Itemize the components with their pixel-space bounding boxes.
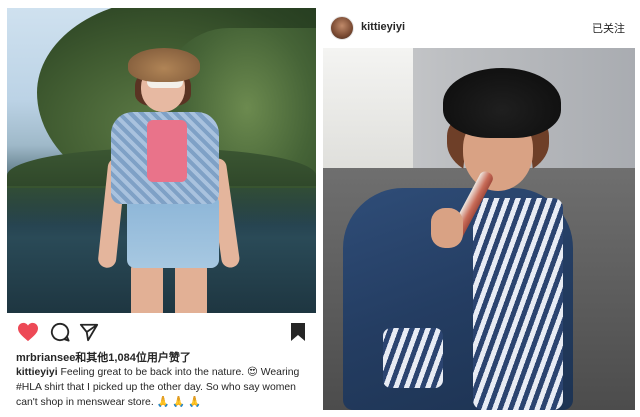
photo-person-striped-shirt <box>473 198 563 410</box>
bookmark-icon[interactable] <box>290 322 306 342</box>
photo-person-shorts <box>127 198 219 268</box>
post-photo-lake[interactable] <box>7 8 316 313</box>
post-photo-portrait[interactable] <box>323 48 635 410</box>
photo-person-leg <box>131 263 163 313</box>
post-header: kittieyiyi 已关注 <box>323 8 635 48</box>
heart-icon[interactable] <box>17 322 39 342</box>
post-caption: kittieyiyi Feeling great to be back into… <box>16 365 314 410</box>
photo-person-leg <box>175 263 207 313</box>
photo-person-hat <box>128 48 200 82</box>
post-action-bar <box>14 320 314 342</box>
photo-person-hand <box>431 208 463 248</box>
photo-person-cuff <box>383 328 443 388</box>
photo-window <box>323 48 413 188</box>
share-icon[interactable] <box>79 322 99 342</box>
photo-person-top <box>147 120 187 182</box>
likes-count[interactable]: mrbriansee和其他1,084位用户赞了 <box>16 349 191 365</box>
comment-icon[interactable] <box>50 322 70 342</box>
photo-person-bucket-hat <box>443 68 561 138</box>
post-username[interactable]: kittieyiyi <box>361 21 405 33</box>
avatar[interactable] <box>330 16 354 40</box>
caption-text: Feeling great to be back into the nature… <box>16 367 300 408</box>
follow-status-button[interactable]: 已关注 <box>592 20 625 36</box>
caption-username[interactable]: kittieyiyi <box>16 367 58 378</box>
